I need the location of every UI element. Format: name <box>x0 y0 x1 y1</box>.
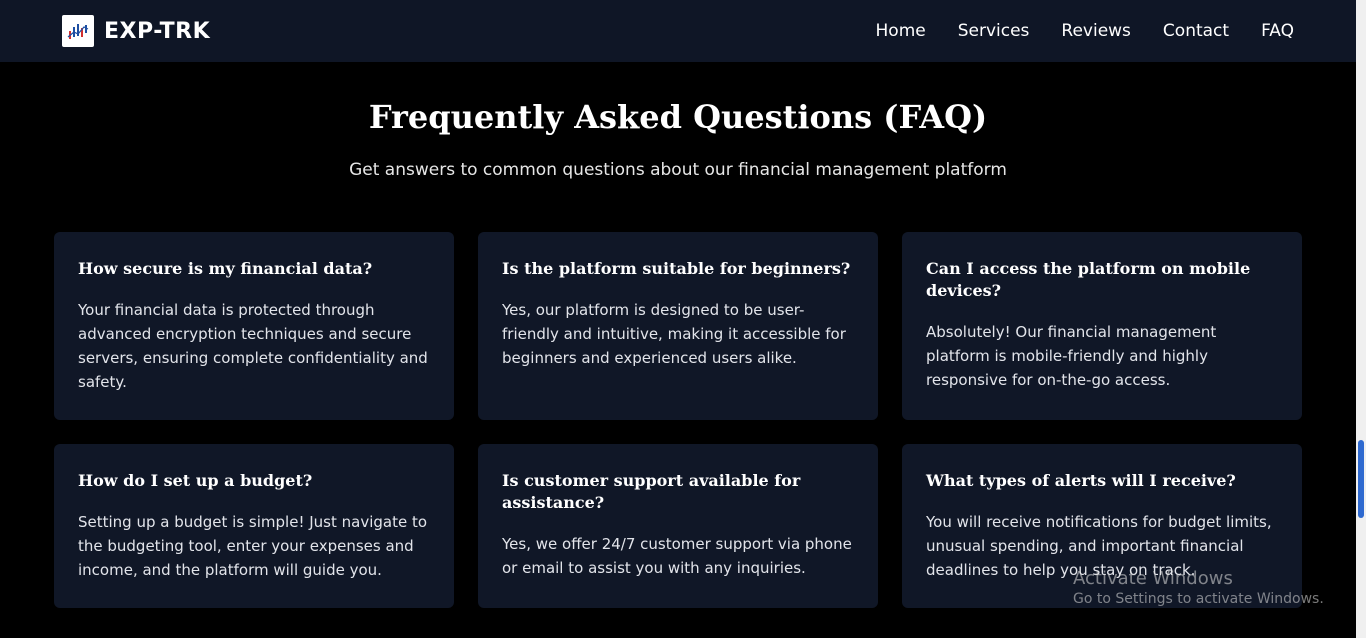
faq-answer: Yes, we offer 24/7 customer support via … <box>502 535 852 577</box>
watermark-title: Activate Windows <box>1073 568 1233 589</box>
faq-subtitle: Get answers to common questions about ou… <box>349 160 1007 180</box>
faq-card: How do I set up a budget? Setting up a b… <box>54 444 454 608</box>
nav-link-home[interactable]: Home <box>876 21 926 41</box>
faq-question: How secure is my financial data? <box>78 259 373 278</box>
faq-answer: Your financial data is protected through… <box>78 301 428 391</box>
navbar: EXP-TRK Home Services Reviews Contact FA… <box>0 0 1356 62</box>
faq-question: Can I access the platform on mobile devi… <box>926 259 1251 300</box>
faq-question: Is customer support available for assist… <box>502 471 801 512</box>
faq-card: Can I access the platform on mobile devi… <box>902 232 1302 420</box>
faq-question: Is the platform suitable for beginners? <box>502 259 851 278</box>
windows-activation-watermark: Activate Windows Go to Settings to activ… <box>1073 568 1324 608</box>
faq-question: How do I set up a budget? <box>78 471 313 490</box>
nav-link-reviews[interactable]: Reviews <box>1061 21 1131 41</box>
brand-name: EXP-TRK <box>104 18 211 44</box>
faq-card: How secure is my financial data? Your fi… <box>54 232 454 420</box>
faq-title: Frequently Asked Questions (FAQ) <box>368 98 988 136</box>
watermark-subtitle: Go to Settings to activate Windows. <box>1073 591 1324 607</box>
nav-link-services[interactable]: Services <box>958 21 1030 41</box>
faq-card: Is the platform suitable for beginners? … <box>478 232 878 420</box>
faq-answer: Absolutely! Our financial management pla… <box>926 323 1217 389</box>
nav-links: Home Services Reviews Contact FAQ <box>876 21 1294 41</box>
faq-card: Is customer support available for assist… <box>478 444 878 608</box>
faq-section: Frequently Asked Questions (FAQ) Get ans… <box>0 62 1356 638</box>
scrollbar-thumb[interactable] <box>1358 440 1364 518</box>
nav-link-faq[interactable]: FAQ <box>1261 21 1294 41</box>
page-scrollbar[interactable] <box>1356 0 1366 638</box>
faq-answer: Yes, our platform is designed to be user… <box>502 301 846 367</box>
nav-link-contact[interactable]: Contact <box>1163 21 1229 41</box>
faq-answer: Setting up a budget is simple! Just navi… <box>78 513 428 579</box>
chart-logo-icon <box>62 15 94 47</box>
faq-question: What types of alerts will I receive? <box>926 471 1236 490</box>
brand[interactable]: EXP-TRK <box>62 15 210 47</box>
